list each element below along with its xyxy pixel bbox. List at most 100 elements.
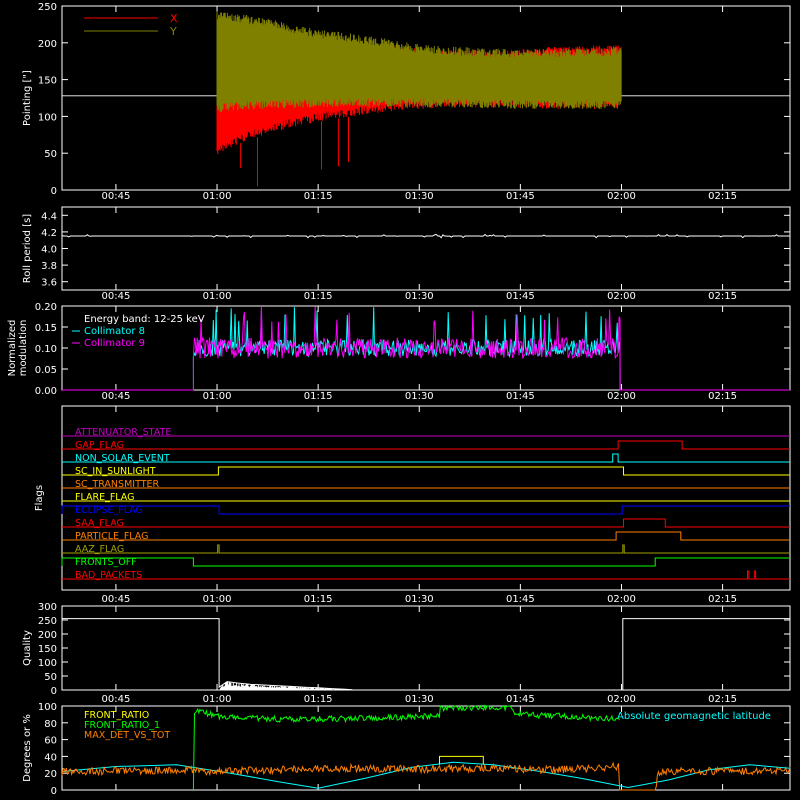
pointing-panel: 00:45 01:00 01:15 01:30 01:45 02:00 02:15 0 50 10… bbox=[22, 2, 791, 202]
x-tick-label: 02:00 bbox=[607, 291, 636, 302]
flag-line-non-solar-event bbox=[62, 453, 790, 463]
x-tick-label: 00:45 bbox=[102, 594, 131, 605]
geomagnetic-latitude-annotation: Absolute geomagnetic latitude bbox=[617, 711, 771, 722]
y-tick-label: 0.05 bbox=[35, 365, 57, 376]
y-tick-label: 0.15 bbox=[35, 323, 57, 334]
x-tick-label: 01:00 bbox=[203, 191, 232, 202]
quality-line bbox=[62, 618, 790, 691]
y-tick-label: 300 bbox=[38, 602, 57, 613]
x-tick-label: 01:00 bbox=[203, 594, 232, 605]
y-tick-label: 40 bbox=[44, 752, 57, 763]
x-tick-label: 01:15 bbox=[304, 594, 333, 605]
x-tick-label: 01:30 bbox=[405, 594, 434, 605]
flag-line-saa-flag bbox=[62, 518, 790, 528]
rhessi-monitor-figure: 00:45 01:00 01:15 01:30 01:45 02:00 02:15 0 50 10… bbox=[0, 0, 800, 800]
x-tick-label: 01:45 bbox=[506, 594, 535, 605]
y-tick-label: 50 bbox=[44, 149, 57, 160]
flag-line-gap-flag bbox=[62, 440, 790, 450]
x-tick-label: 02:15 bbox=[708, 291, 737, 302]
x-tick-label: 01:15 bbox=[304, 391, 333, 402]
flag-line-fronts-off bbox=[61, 557, 790, 567]
y-axis-label: Degrees or % bbox=[22, 714, 33, 782]
x-tick-label: 00:45 bbox=[102, 291, 131, 302]
y-tick-label: 20 bbox=[44, 769, 57, 780]
x-tick-label: 02:15 bbox=[708, 391, 737, 402]
x-tick-label: 01:30 bbox=[405, 694, 434, 705]
y-tick-label: 0.00 bbox=[35, 386, 57, 397]
y-tick-label: 250 bbox=[38, 2, 57, 13]
y-tick-label: 60 bbox=[44, 736, 57, 747]
roll-frame bbox=[61, 206, 791, 291]
flag-line-bad-packets bbox=[62, 570, 790, 580]
flag-line-aaz-flag bbox=[62, 544, 790, 554]
y-tick-label: 100 bbox=[38, 112, 57, 123]
y-tick-label: 80 bbox=[44, 719, 57, 730]
modulation-panel: 00:45 01:00 01:15 01:30 01:45 02:00 02:15 0.00 0… bbox=[7, 302, 791, 402]
y-axis-label: Roll period [s] bbox=[22, 214, 33, 283]
legend-label-collimator-8: Collimator 8 bbox=[84, 326, 145, 337]
flag-label-sc-transmitter: SC_TRANSMITTER bbox=[75, 479, 160, 490]
flag-label-particle-flag: PARTICLE_FLAG bbox=[75, 531, 148, 542]
y-tick-label: 100 bbox=[38, 658, 57, 669]
x-tick-label: 01:45 bbox=[506, 694, 535, 705]
flag-label-attenuator-state: ATTENUATOR_STATE bbox=[75, 427, 171, 438]
legend-label-y: Y bbox=[169, 25, 177, 38]
flag-line-eclipse-flag bbox=[61, 505, 790, 515]
y-tick-label: 4.0 bbox=[41, 245, 57, 256]
x-tick-label: 02:00 bbox=[607, 391, 636, 402]
y-tick-label: 0 bbox=[51, 786, 57, 797]
x-tick-label: 01:45 bbox=[506, 291, 535, 302]
y-tick-label: 0 bbox=[51, 686, 57, 697]
y-tick-label: 4.2 bbox=[41, 228, 57, 239]
x-tick-label: 01:30 bbox=[405, 391, 434, 402]
y-axis-label: Quality bbox=[22, 630, 33, 666]
legend-label-max-det-vs-tot: MAX_DET_VS_TOT bbox=[84, 730, 170, 741]
x-tick-label: 01:30 bbox=[405, 191, 434, 202]
quality-panel: 00:45 01:00 01:15 01:30 01:45 02:00 02:15 0 50 10… bbox=[22, 602, 791, 705]
front-ratio-1-line bbox=[192, 704, 620, 791]
flags-panel: 00:45 01:00 01:15 01:30 01:45 02:00 02:15 Flags… bbox=[34, 405, 791, 605]
y-tick-label: 0.10 bbox=[35, 344, 57, 355]
y-tick-label: 4.4 bbox=[41, 211, 57, 222]
x-tick-label: 01:15 bbox=[304, 694, 333, 705]
flag-label-gap-flag: GAP_FLAG bbox=[75, 440, 124, 451]
x-tick-label: 02:15 bbox=[708, 694, 737, 705]
geomagnetic-latitude-line bbox=[61, 761, 791, 789]
pointing-series-y bbox=[216, 11, 622, 113]
x-tick-label: 01:45 bbox=[506, 191, 535, 202]
legend-label-x: X bbox=[170, 12, 178, 25]
y-tick-label: 0.20 bbox=[35, 302, 57, 313]
y-axis-label: Normalizedmodulation bbox=[7, 320, 29, 377]
x-tick-label: 01:15 bbox=[304, 191, 333, 202]
x-tick-label: 02:00 bbox=[607, 594, 636, 605]
x-tick-label: 00:45 bbox=[102, 391, 131, 402]
flag-label-aaz-flag: AAZ_FLAG bbox=[75, 544, 124, 555]
x-tick-label: 02:15 bbox=[708, 594, 737, 605]
flag-label-saa-flag: SAA_FLAG bbox=[75, 518, 124, 529]
y-tick-label: 200 bbox=[38, 630, 57, 641]
flag-line-sc-in-sunlight bbox=[62, 466, 790, 476]
x-tick-label: 01:45 bbox=[506, 391, 535, 402]
flag-label-bad-packets: BAD_PACKETS bbox=[75, 570, 142, 581]
flag-label-non-solar-event: NON_SOLAR_EVENT bbox=[75, 453, 170, 464]
y-axis-label: Flags bbox=[34, 485, 45, 511]
x-tick-label: 00:45 bbox=[102, 191, 131, 202]
y-tick-label: 250 bbox=[38, 616, 57, 627]
flag-label-sc-in-sunlight: SC_IN_SUNLIGHT bbox=[75, 466, 156, 477]
y-tick-label: 150 bbox=[38, 644, 57, 655]
y-tick-label: 3.6 bbox=[41, 278, 57, 289]
x-tick-label: 01:00 bbox=[203, 391, 232, 402]
x-tick-label: 02:15 bbox=[708, 191, 737, 202]
roll-period-line bbox=[61, 233, 790, 239]
x-tick-label: 02:00 bbox=[607, 191, 636, 202]
x-tick-label: 01:00 bbox=[203, 291, 232, 302]
y-axis-label: Pointing ["] bbox=[22, 70, 33, 126]
ratio-panel: 020406080100Degrees or % FRONT_RATIOFRONT… bbox=[22, 702, 791, 797]
y-tick-label: 0 bbox=[51, 186, 57, 197]
legend-label-collimator-9: Collimator 9 bbox=[84, 338, 145, 349]
x-tick-label: 00:45 bbox=[102, 694, 131, 705]
y-tick-label: 50 bbox=[44, 672, 57, 683]
x-tick-label: 01:00 bbox=[203, 694, 232, 705]
roll-panel: 00:45 01:00 01:15 01:30 01:45 02:00 02:15 3.6 3.… bbox=[22, 206, 791, 302]
y-tick-label: 150 bbox=[38, 76, 57, 87]
